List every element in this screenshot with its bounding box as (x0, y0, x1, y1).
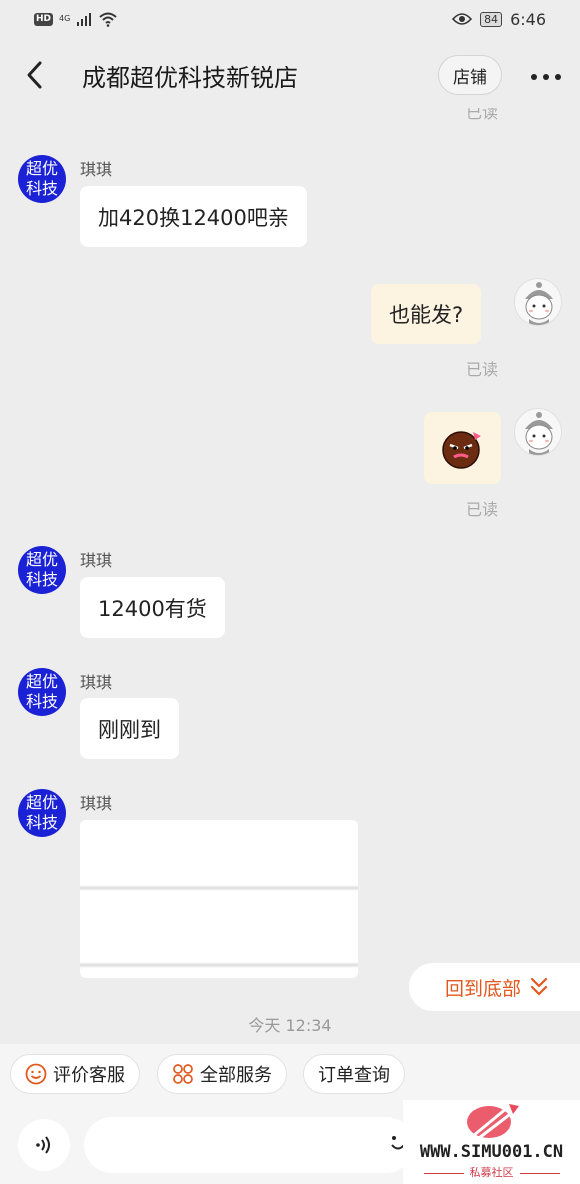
status-right: 84 6:46 (452, 10, 546, 29)
chip-label: 全部服务 (200, 1065, 272, 1086)
back-arrow-icon[interactable] (24, 60, 46, 90)
watermark-subtitle: 私募社区 (403, 1164, 580, 1180)
message-bubble[interactable]: 12400有货 (80, 577, 225, 638)
signal-icon (77, 13, 92, 26)
clock: 6:46 (510, 9, 546, 29)
smile-icon (25, 1063, 47, 1085)
order-query-chip[interactable]: 订单查询 (303, 1054, 405, 1094)
back-to-bottom-button[interactable]: 回到底部 (408, 962, 580, 1012)
sender-name: 琪琪 (80, 160, 113, 179)
shop-avatar[interactable]: 超优 科技 (18, 668, 66, 716)
user-avatar-icon (525, 282, 553, 325)
chat-header: 成都超优科技新锐店 店铺 (0, 38, 580, 114)
shop-avatar[interactable]: 超优 科技 (18, 546, 66, 594)
sticker-emoji-icon (441, 431, 481, 469)
all-services-chip[interactable]: 全部服务 (157, 1054, 287, 1094)
read-status: 已读 (466, 500, 499, 519)
grid-icon (173, 1064, 193, 1084)
image-divider (80, 962, 358, 968)
voice-button[interactable] (18, 1119, 70, 1171)
image-divider (80, 885, 358, 891)
watermark: WWW.SIMU001.CN 私募社区 (403, 1100, 580, 1184)
wifi-icon (99, 12, 117, 27)
rate-service-chip[interactable]: 评价客服 (10, 1054, 140, 1094)
more-options-icon[interactable] (528, 66, 564, 86)
read-status: 已读 (466, 360, 499, 379)
network-type: 4G (59, 14, 71, 23)
sender-name: 琪琪 (80, 794, 113, 813)
read-status: 已读 (466, 108, 499, 122)
shop-title: 成都超优科技新锐店 (82, 64, 298, 92)
status-left: HD 4G (34, 11, 118, 27)
message-bubble[interactable]: 也能发? (371, 284, 482, 344)
eye-icon (452, 13, 473, 25)
chip-label: 订单查询 (318, 1065, 390, 1086)
watermark-logo (467, 1104, 519, 1140)
chip-label: 评价客服 (53, 1065, 125, 1086)
shop-avatar[interactable]: 超优 科技 (18, 155, 66, 203)
user-avatar-icon (525, 412, 553, 455)
back-to-bottom-label: 回到底部 (445, 977, 522, 1000)
voice-icon (36, 1136, 50, 1154)
quick-action-bar: 评价客服 全部服务 订单查询 (0, 1044, 580, 1104)
message-bubble[interactable]: 刚刚到 (80, 698, 179, 759)
user-avatar[interactable] (514, 408, 562, 456)
message-input[interactable] (84, 1117, 414, 1173)
sender-name: 琪琪 (80, 673, 113, 692)
image-message[interactable] (80, 820, 358, 978)
user-avatar[interactable] (514, 278, 562, 326)
timestamp: 今天 12:34 (248, 1016, 332, 1035)
status-bar: HD 4G 84 6:46 (0, 0, 580, 38)
sender-name: 琪琪 (80, 551, 113, 570)
shop-button[interactable]: 店铺 (438, 55, 502, 95)
message-bubble[interactable]: 加420换12400吧亲 (80, 186, 307, 247)
sticker-message[interactable] (424, 412, 501, 484)
hd-icon: HD (34, 12, 54, 26)
shop-avatar[interactable]: 超优 科技 (18, 789, 66, 837)
watermark-site: WWW.SIMU001.CN (419, 1142, 564, 1162)
double-chevron-down-icon (530, 977, 548, 996)
battery-icon: 84 (480, 11, 503, 27)
